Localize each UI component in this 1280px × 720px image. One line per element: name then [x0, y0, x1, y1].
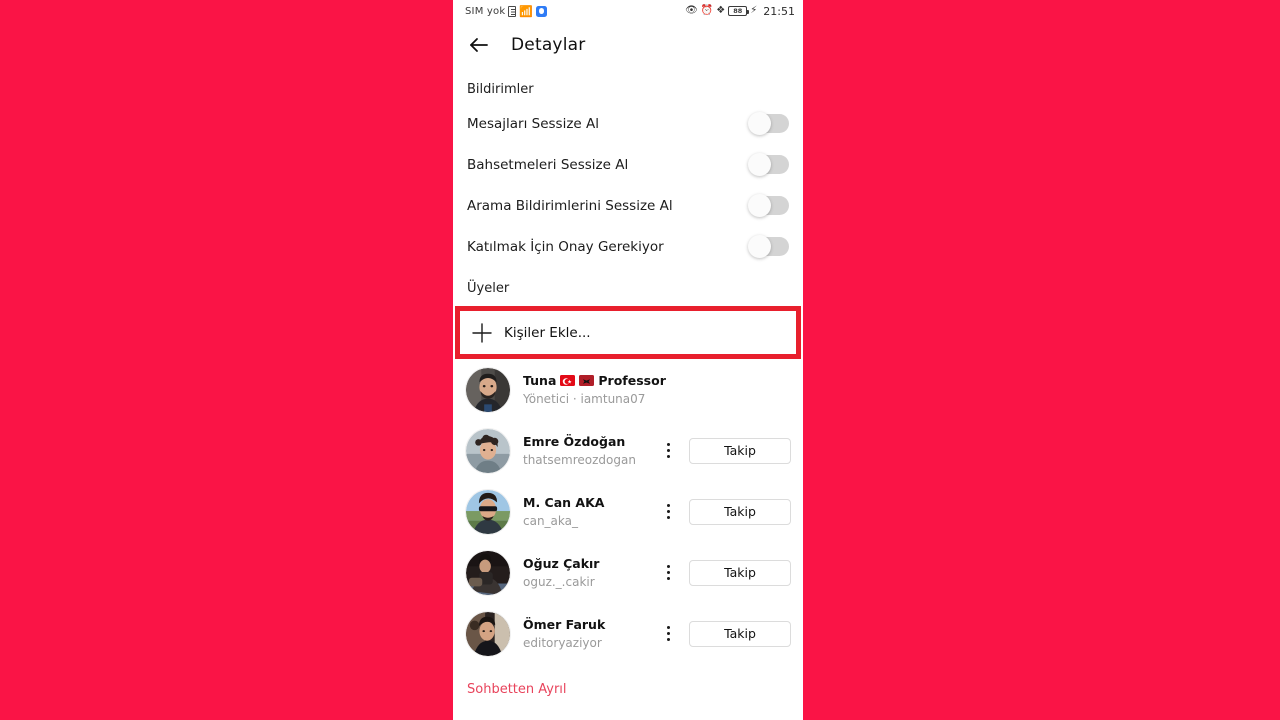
leave-chat-row[interactable]: Sohbetten Ayrıl	[453, 664, 803, 697]
back-arrow-icon[interactable]	[467, 33, 491, 57]
member-row[interactable]: Emre Özdoğan thatsemreozdogan Takip	[453, 420, 803, 481]
setting-row-mute-messages[interactable]: Mesajları Sessize Al	[453, 103, 803, 144]
section-label-members: Üyeler	[467, 281, 510, 296]
follow-button[interactable]: Takip	[689, 559, 791, 586]
avatar	[465, 366, 511, 413]
status-bar-clock: 21:51	[763, 4, 795, 18]
toggle-approval-required[interactable]	[748, 235, 789, 258]
member-row[interactable]: Ömer Faruk editoryaziyor Takip	[453, 603, 803, 664]
wifi-icon: 📶	[519, 4, 534, 18]
leave-chat-label[interactable]: Sohbetten Ayrıl	[467, 682, 567, 697]
member-name-row: Emre Özdoğan	[523, 434, 655, 449]
member-title-suffix: Professor	[598, 372, 666, 388]
plus-icon	[460, 321, 504, 345]
member-info: M. Can AKA can_aka_	[523, 495, 655, 529]
eye-icon: 👁	[685, 5, 698, 16]
setting-label: Katılmak İçin Onay Gerekiyor	[467, 238, 664, 255]
setting-row-mute-call-notifications[interactable]: Arama Bildirimlerini Sessize Al	[453, 185, 803, 226]
member-info: Oğuz Çakır oguz._.cakir	[523, 556, 655, 590]
follow-button[interactable]: Takip	[689, 437, 791, 464]
toggle-mute-messages[interactable]	[748, 112, 789, 135]
add-people-label: Kişiler Ekle...	[504, 324, 591, 341]
follow-button[interactable]: Takip	[689, 620, 791, 647]
setting-label: Arama Bildirimlerini Sessize Al	[467, 197, 673, 214]
setting-row-mute-mentions[interactable]: Bahsetmeleri Sessize Al	[453, 144, 803, 185]
member-handle: can_aka_	[523, 513, 579, 528]
member-options-menu-icon[interactable]	[655, 443, 681, 458]
member-handle: thatsemreozdogan	[523, 452, 636, 467]
status-bar-left: SIM yok 📶	[465, 4, 548, 18]
member-name-row: Oğuz Çakır	[523, 556, 655, 571]
phone-screen: SIM yok 📶 👁 ⏰ ❖ 88 ⚡ 21:51 Detaylar Bild…	[453, 0, 803, 720]
avatar	[465, 549, 511, 596]
follow-button[interactable]: Takip	[689, 498, 791, 525]
member-name: M. Can AKA	[523, 494, 605, 510]
sim-status-label: SIM yok	[465, 5, 506, 17]
member-name: Tuna	[523, 372, 557, 388]
member-name-row: Tuna Professor	[523, 373, 791, 388]
member-name-row: M. Can AKA	[523, 495, 655, 510]
member-row[interactable]: Oğuz Çakır oguz._.cakir Takip	[453, 542, 803, 603]
member-name: Emre Özdoğan	[523, 433, 626, 449]
toggle-mute-mentions[interactable]	[748, 153, 789, 176]
sim-card-icon	[508, 5, 517, 17]
page-title: Detaylar	[511, 35, 586, 55]
bluetooth-icon: ❖	[716, 5, 726, 16]
member-info: Tuna Professor Yönetici · iamtuna07	[523, 373, 791, 407]
setting-row-approval-required[interactable]: Katılmak İçin Onay Gerekiyor	[453, 226, 803, 267]
member-options-menu-icon[interactable]	[655, 504, 681, 519]
member-name: Oğuz Çakır	[523, 555, 600, 571]
section-label-notifications: Bildirimler	[467, 82, 534, 97]
status-bar-right: 👁 ⏰ ❖ 88 ⚡ 21:51	[685, 5, 795, 18]
member-handle: oguz._.cakir	[523, 574, 595, 589]
app-header: Detaylar	[453, 22, 803, 68]
setting-label: Mesajları Sessize Al	[467, 115, 599, 132]
member-info: Emre Özdoğan thatsemreozdogan	[523, 434, 655, 468]
member-info: Ömer Faruk editoryaziyor	[523, 617, 655, 651]
member-name-row: Ömer Faruk	[523, 617, 655, 632]
turkey-flag-icon	[560, 374, 576, 386]
member-row[interactable]: Tuna Professor Yönetici · iamtuna07	[453, 359, 803, 420]
member-handle: editoryaziyor	[523, 635, 602, 650]
albania-flag-icon	[579, 374, 595, 386]
member-name: Ömer Faruk	[523, 616, 606, 632]
avatar	[465, 610, 511, 657]
toggle-mute-call-notifications[interactable]	[748, 194, 789, 217]
setting-label: Bahsetmeleri Sessize Al	[467, 156, 629, 173]
bolt-icon: ⚡	[750, 5, 758, 16]
member-row[interactable]: M. Can AKA can_aka_ Takip	[453, 481, 803, 542]
member-options-menu-icon[interactable]	[655, 626, 681, 641]
avatar	[465, 427, 511, 474]
member-handle: Yönetici · iamtuna07	[523, 391, 646, 406]
add-people-button[interactable]: Kişiler Ekle...	[455, 306, 801, 359]
avatar	[465, 488, 511, 535]
blue-app-icon	[536, 5, 548, 17]
alarm-icon: ⏰	[700, 5, 714, 16]
member-options-menu-icon[interactable]	[655, 565, 681, 580]
battery-icon: 88	[728, 6, 750, 16]
status-bar: SIM yok 📶 👁 ⏰ ❖ 88 ⚡ 21:51	[453, 0, 803, 22]
